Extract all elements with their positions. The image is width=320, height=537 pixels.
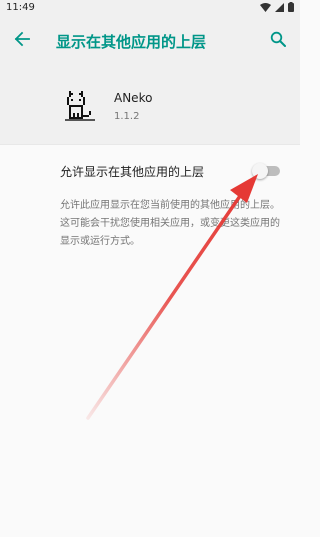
app-info: ANeko 1.1.2 bbox=[114, 91, 152, 122]
overlay-permission-label: 允许显示在其他应用的上层 bbox=[60, 164, 205, 179]
battery-icon bbox=[288, 2, 294, 12]
app-bar: 显示在其他应用的上层 bbox=[0, 14, 300, 68]
search-button[interactable] bbox=[264, 27, 292, 55]
pixel-cat-icon bbox=[60, 86, 100, 126]
permission-description: 允许此应用显示在您当前使用的其他应用的上层。这可能会干扰您使用相关应用，或变更这… bbox=[60, 200, 280, 247]
app-version: 1.1.2 bbox=[114, 110, 140, 122]
overlay-permission-row[interactable]: 允许显示在其他应用的上层 bbox=[0, 145, 300, 197]
arrow-left-icon bbox=[14, 31, 30, 51]
page-title: 显示在其他应用的上层 bbox=[56, 32, 207, 51]
status-icons bbox=[260, 2, 294, 12]
app-header: ANeko 1.1.2 bbox=[0, 68, 300, 145]
wifi-icon bbox=[260, 2, 271, 12]
search-icon bbox=[270, 31, 286, 51]
status-time: 11:49 bbox=[6, 1, 35, 13]
status-bar: 11:49 bbox=[0, 0, 300, 14]
overlay-permission-switch[interactable] bbox=[252, 163, 282, 179]
app-name: ANeko bbox=[114, 90, 153, 105]
back-button[interactable] bbox=[8, 27, 36, 55]
switch-thumb bbox=[252, 163, 268, 179]
signal-icon bbox=[275, 2, 284, 12]
